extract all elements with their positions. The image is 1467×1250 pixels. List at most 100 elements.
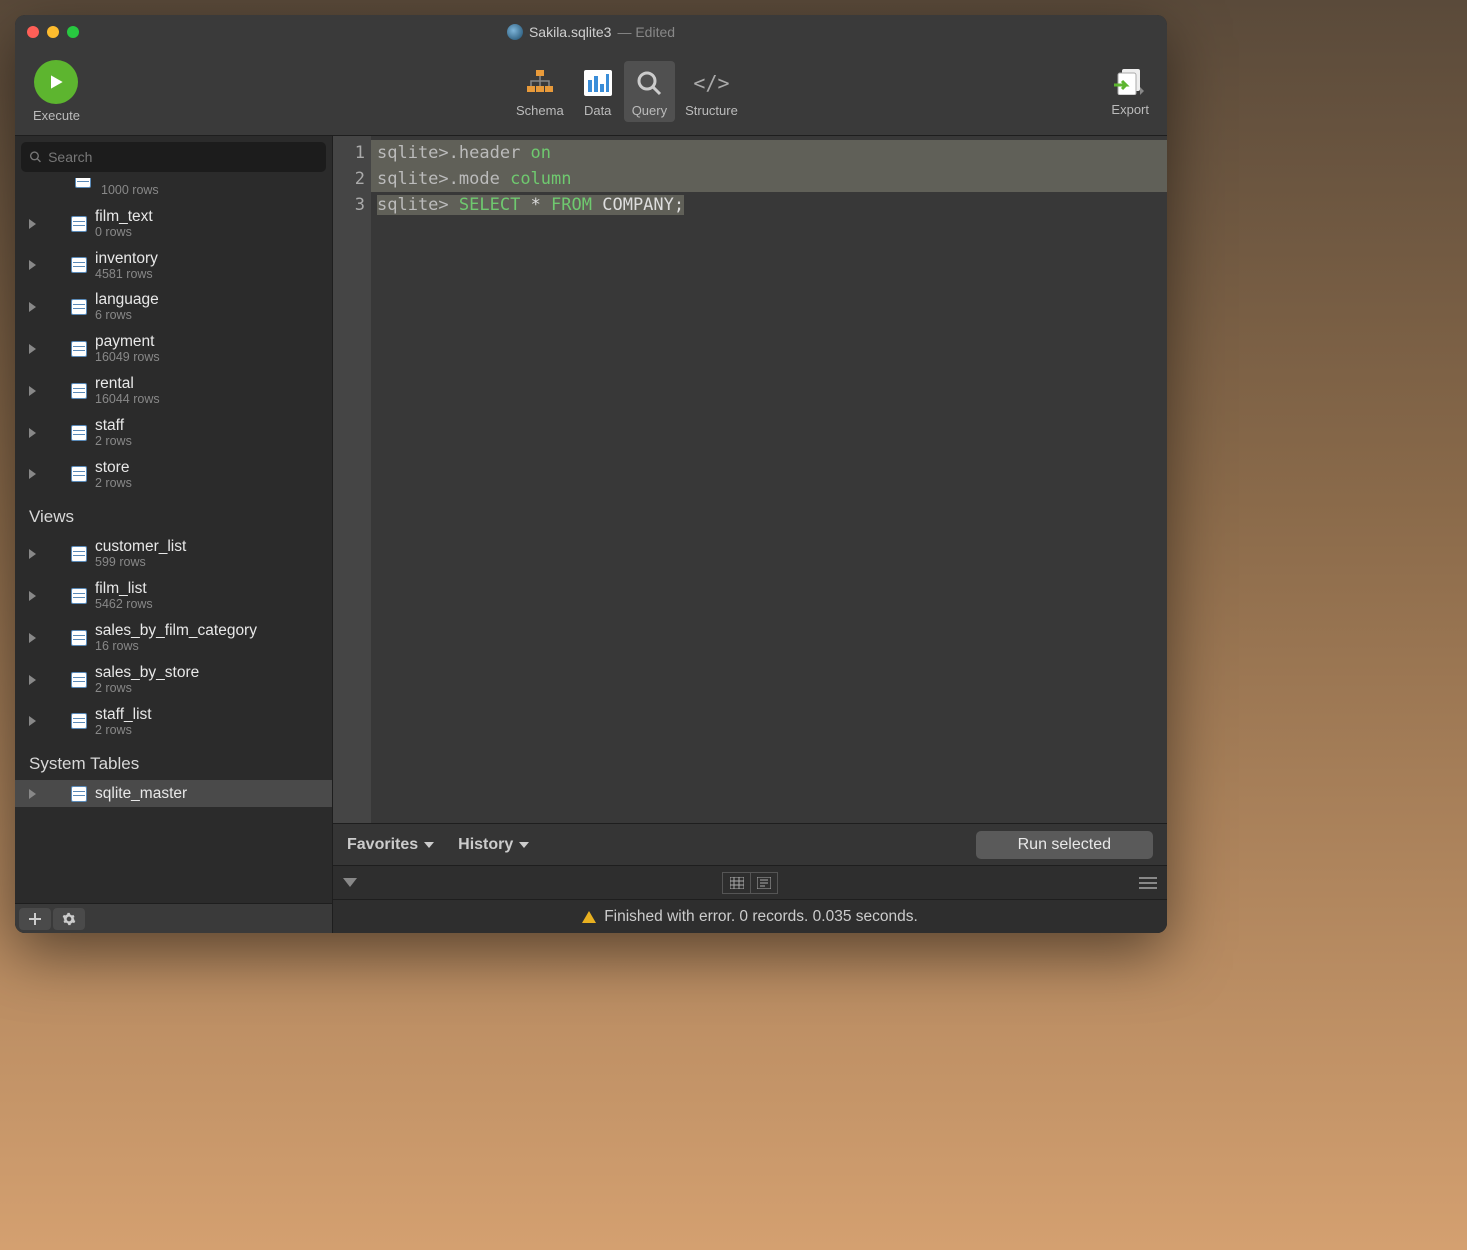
view-name: sales_by_store (95, 664, 199, 681)
line-gutter: 1 2 3 (333, 136, 371, 823)
play-icon (46, 72, 66, 92)
view-row[interactable]: sales_by_store2 rows (15, 659, 332, 701)
structure-tab[interactable]: </> Structure (677, 61, 746, 122)
view-row[interactable]: customer_list599 rows (15, 533, 332, 575)
chevron-right-icon (29, 716, 36, 726)
minimize-window-button[interactable] (47, 26, 59, 38)
view-row[interactable]: staff_list2 rows (15, 701, 332, 743)
settings-button[interactable] (53, 908, 85, 930)
table-row[interactable]: store2 rows (15, 454, 332, 496)
hamburger-icon (1139, 877, 1157, 879)
table-rows: 4581 rows (95, 268, 158, 282)
table-row[interactable]: rental16044 rows (15, 370, 332, 412)
table-name: rental (95, 375, 160, 392)
table-icon (71, 630, 87, 646)
schema-tab[interactable]: Schema (508, 61, 572, 122)
system-table-row[interactable]: sqlite_master (15, 780, 332, 807)
table-rows: 1000 rows (101, 184, 159, 198)
text-view-button[interactable] (750, 872, 778, 894)
favorites-dropdown[interactable]: Favorites (347, 836, 434, 854)
table-row[interactable]: payment16049 rows (15, 328, 332, 370)
export-toolbar-item[interactable]: Export (1103, 63, 1157, 121)
table-rows: 6 rows (95, 309, 159, 323)
chevron-right-icon (29, 675, 36, 685)
data-label: Data (584, 103, 611, 118)
table-name: inventory (95, 250, 158, 267)
chevron-right-icon (29, 260, 36, 270)
history-dropdown[interactable]: History (458, 836, 529, 854)
app-icon (507, 24, 523, 40)
collapse-toggle[interactable] (343, 878, 357, 887)
table-row[interactable]: staff2 rows (15, 412, 332, 454)
view-rows: 2 rows (95, 724, 152, 738)
close-window-button[interactable] (27, 26, 39, 38)
search-input[interactable] (48, 149, 318, 165)
warning-icon (582, 911, 596, 923)
chevron-down-icon (424, 842, 434, 848)
code-line[interactable]: sqlite> SELECT * FROM COMPANY; (371, 192, 1167, 218)
table-row[interactable]: 1000 rows (15, 178, 332, 203)
sidebar: 1000 rows film_text0 rows inventory4581 … (15, 136, 333, 933)
chevron-right-icon (29, 469, 36, 479)
execute-toolbar-item[interactable]: Execute (25, 56, 88, 127)
line-number: 2 (333, 166, 365, 192)
add-button[interactable] (19, 908, 51, 930)
table-rows: 16049 rows (95, 351, 160, 365)
window-title: Sakila.sqlite3 — Edited (79, 24, 1103, 40)
chevron-right-icon (29, 302, 36, 312)
code-area[interactable]: sqlite>.header on sqlite>.mode column sq… (371, 136, 1167, 823)
chevron-right-icon (29, 386, 36, 396)
view-rows: 2 rows (95, 682, 199, 696)
views-section-header: Views (15, 495, 332, 533)
view-rows: 599 rows (95, 556, 186, 570)
gear-icon (62, 912, 76, 926)
view-row[interactable]: film_list5462 rows (15, 575, 332, 617)
query-label: Query (632, 103, 667, 118)
chevron-right-icon (29, 219, 36, 229)
run-selected-button[interactable]: Run selected (976, 831, 1153, 859)
view-rows: 16 rows (95, 640, 257, 654)
view-name: film_list (95, 580, 153, 597)
chevron-down-icon (519, 842, 529, 848)
view-row[interactable]: sales_by_film_category16 rows (15, 617, 332, 659)
chevron-right-icon (29, 591, 36, 601)
structure-label: Structure (685, 103, 738, 118)
status-text: Finished with error. 0 records. 0.035 se… (604, 908, 918, 926)
table-name: payment (95, 333, 160, 350)
table-icon (71, 466, 87, 482)
table-row[interactable]: inventory4581 rows (15, 245, 332, 287)
sidebar-tree[interactable]: 1000 rows film_text0 rows inventory4581 … (15, 178, 332, 903)
data-icon (582, 67, 614, 99)
export-label: Export (1111, 102, 1149, 117)
grid-view-button[interactable] (722, 872, 750, 894)
toolbar: Execute Schema Data Query (15, 48, 1167, 136)
window-filename: Sakila.sqlite3 (529, 24, 612, 40)
line-number: 1 (333, 140, 365, 166)
table-icon (71, 216, 87, 232)
results-toolbar (333, 865, 1167, 899)
table-name: store (95, 459, 132, 476)
chevron-right-icon (29, 549, 36, 559)
table-row[interactable]: film_text0 rows (15, 203, 332, 245)
system-tables-section-header: System Tables (15, 742, 332, 780)
code-line[interactable]: sqlite>.mode column (371, 166, 1167, 192)
table-icon (71, 713, 87, 729)
execute-button[interactable] (34, 60, 78, 104)
table-rows: 2 rows (95, 477, 132, 491)
status-bar: Finished with error. 0 records. 0.035 se… (333, 899, 1167, 933)
view-name: sales_by_film_category (95, 622, 257, 639)
search-box[interactable] (21, 142, 326, 172)
code-line[interactable]: sqlite>.header on (371, 140, 1167, 166)
table-row[interactable]: language6 rows (15, 286, 332, 328)
run-selected-label: Run selected (1018, 836, 1111, 853)
data-tab[interactable]: Data (574, 61, 622, 122)
table-icon (71, 786, 87, 802)
export-icon (1114, 67, 1146, 98)
sql-editor[interactable]: 1 2 3 sqlite>.header on sqlite>.mode col… (333, 136, 1167, 823)
query-tab[interactable]: Query (624, 61, 675, 122)
view-rows: 5462 rows (95, 598, 153, 612)
chevron-right-icon (29, 789, 36, 799)
menu-button[interactable] (1139, 877, 1157, 889)
zoom-window-button[interactable] (67, 26, 79, 38)
table-icon (71, 299, 87, 315)
